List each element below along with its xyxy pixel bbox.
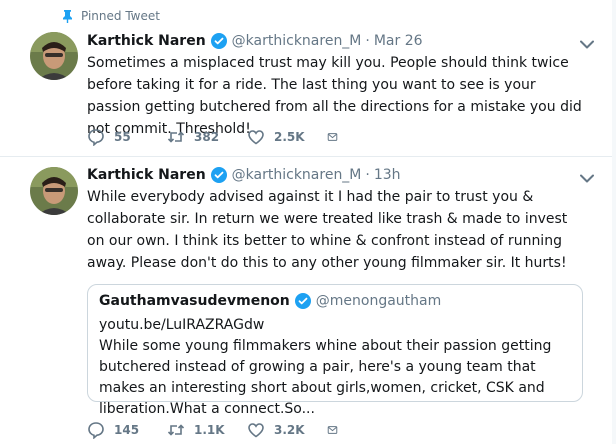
- reply-count: 55: [114, 130, 131, 144]
- retweet-button[interactable]: 1.1K: [167, 421, 247, 439]
- tweet-text: Sometimes a misplaced trust may kill you…: [87, 55, 582, 137]
- separator-dot: ·: [365, 33, 370, 49]
- retweet-icon: [167, 131, 185, 143]
- timestamp[interactable]: Mar 26: [374, 33, 423, 49]
- like-button[interactable]: 2.5K: [247, 128, 327, 146]
- tweet[interactable]: Karthick Naren @karthicknaren_M · 13h Wh…: [0, 157, 616, 444]
- display-name[interactable]: Karthick Naren: [87, 33, 206, 49]
- pinned-tweet[interactable]: Pinned Tweet Karthick Naren @karthicknar…: [0, 0, 616, 157]
- avatar-image: [30, 167, 78, 215]
- verified-icon: [210, 33, 227, 49]
- quoted-user-handle: @menongautham: [315, 293, 442, 309]
- direct-message-icon: [327, 133, 338, 141]
- user-handle[interactable]: @karthicknaren_M: [232, 167, 362, 183]
- pinned-label: Pinned Tweet: [81, 9, 160, 23]
- display-name[interactable]: Karthick Naren: [87, 167, 206, 183]
- reply-icon: [88, 422, 104, 439]
- pin-icon: [63, 9, 72, 23]
- chevron-down-icon[interactable]: [580, 40, 594, 49]
- separator-dot: ·: [365, 167, 370, 183]
- quoted-tweet-header: Gauthamvasudevmenon @menongautham: [99, 293, 441, 309]
- retweet-icon: [167, 424, 185, 436]
- retweet-button[interactable]: 382: [167, 128, 247, 146]
- reply-icon: [88, 129, 104, 146]
- timestamp[interactable]: 13h: [374, 167, 401, 183]
- like-icon: [248, 423, 264, 438]
- direct-message-button[interactable]: [327, 421, 347, 439]
- reply-button[interactable]: 145: [87, 421, 167, 439]
- reply-button[interactable]: 55: [87, 128, 167, 146]
- user-handle[interactable]: @karthicknaren_M: [232, 33, 362, 49]
- avatar[interactable]: [30, 32, 78, 80]
- avatar-image: [30, 32, 78, 80]
- pinned-indicator: Pinned Tweet: [62, 9, 160, 23]
- page-edge: [612, 0, 616, 444]
- chevron-down-icon[interactable]: [580, 174, 594, 183]
- quoted-tweet-text: While some young filmmakers whine about …: [99, 338, 552, 417]
- tweet-header: Karthick Naren @karthicknaren_M · 13h: [87, 167, 401, 183]
- retweet-count: 1.1K: [194, 423, 225, 437]
- like-count: 2.5K: [274, 130, 305, 144]
- reply-count: 145: [114, 423, 140, 437]
- like-button[interactable]: 3.2K: [247, 421, 327, 439]
- like-icon: [248, 130, 264, 145]
- tweet-header: Karthick Naren @karthicknaren_M · Mar 26: [87, 33, 423, 49]
- quoted-link[interactable]: youtu.be/LuIRAZRAGdw: [99, 317, 264, 333]
- retweet-count: 382: [194, 130, 220, 144]
- direct-message-button[interactable]: [327, 128, 347, 146]
- tweet-actions: 55 382 2.5K: [87, 128, 347, 146]
- verified-icon: [210, 167, 227, 183]
- quoted-tweet[interactable]: Gauthamvasudevmenon @menongautham youtu.…: [87, 284, 583, 417]
- verified-icon: [294, 293, 311, 309]
- tweet-actions: 145 1.1K 3.2K: [87, 421, 347, 439]
- direct-message-icon: [327, 426, 338, 434]
- avatar[interactable]: [30, 167, 78, 215]
- tweet-text: While everybody advised against it I had…: [87, 189, 568, 271]
- like-count: 3.2K: [274, 423, 305, 437]
- quoted-display-name: Gauthamvasudevmenon: [99, 293, 290, 309]
